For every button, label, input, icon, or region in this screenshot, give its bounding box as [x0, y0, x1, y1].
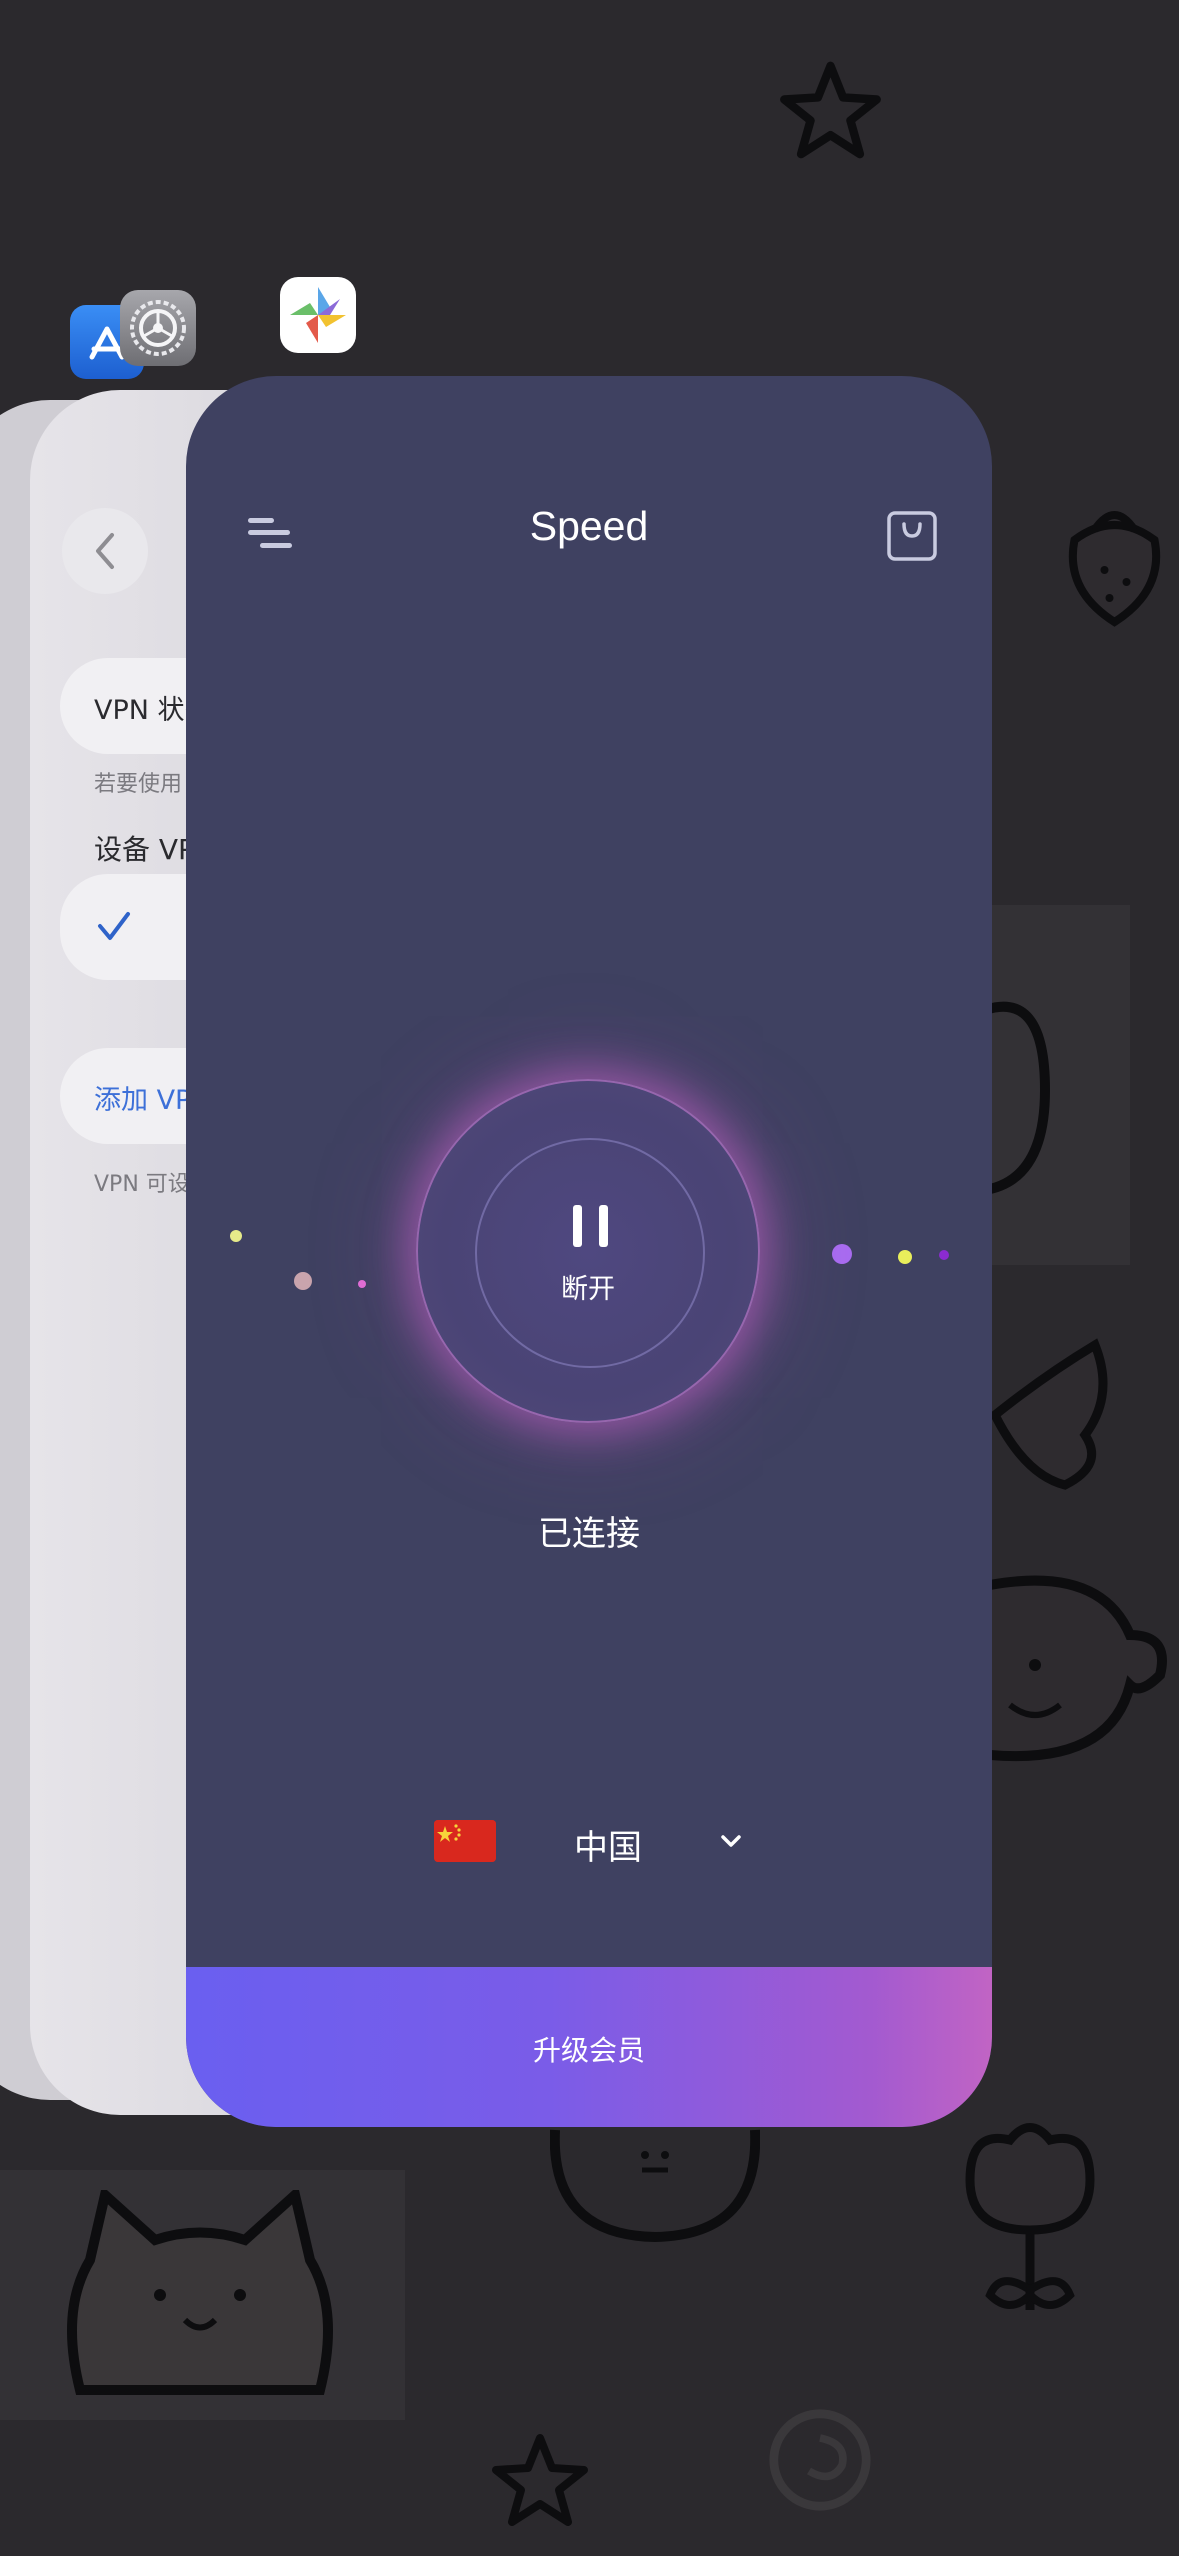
upgrade-label: 升级会员 — [532, 2034, 645, 2067]
flower-doodle — [950, 2120, 1110, 2320]
particle-dot — [358, 1280, 366, 1288]
disconnect-label: 断开 — [561, 1274, 615, 1305]
add-vpn-label[interactable]: 添加 VP — [94, 1078, 191, 1117]
china-flag-icon — [434, 1820, 496, 1862]
particle-dot — [294, 1272, 312, 1290]
blob-doodle-right — [985, 990, 1055, 1200]
shopping-bag-icon[interactable] — [886, 510, 938, 562]
settings-app-icon[interactable] — [120, 290, 196, 366]
smile-blob-doodle — [550, 2125, 760, 2245]
strawberry-doodle — [1052, 490, 1177, 630]
swirl-doodle — [765, 2405, 875, 2515]
particle-dot — [939, 1250, 949, 1260]
back-button[interactable] — [62, 508, 148, 594]
chevron-down-icon — [721, 1835, 741, 1847]
orb-inner-ring — [475, 1138, 705, 1368]
particle-dot — [898, 1250, 912, 1264]
checkmark-icon — [98, 912, 130, 940]
device-vpn-section-title: 设备 VP — [94, 833, 195, 866]
disconnect-button[interactable]: 断开 — [416, 1079, 760, 1423]
star-doodle-bottom — [485, 2430, 595, 2530]
star-doodle-top — [778, 55, 883, 165]
speed-vpn-app-icon[interactable] — [280, 277, 356, 353]
country-selector[interactable]: 中国 — [434, 1812, 754, 1874]
particle-dot — [230, 1230, 242, 1242]
speed-app-card[interactable]: Speed 断开 已连接 中国 升级会员 — [186, 376, 992, 2127]
connection-status: 已连接 — [538, 1514, 640, 1554]
particle-dot — [832, 1244, 852, 1264]
monkey-doodle — [990, 1575, 1170, 1775]
upgrade-membership-button[interactable]: 升级会员 — [186, 1967, 992, 2127]
vpn-hint-text: 若要使用 — [94, 772, 183, 797]
wing-doodle — [985, 1335, 1125, 1495]
vpn-footer-hint: VPN 可设 — [94, 1172, 190, 1197]
app-title: Speed — [529, 503, 649, 549]
cat-doodle — [60, 2190, 340, 2410]
pause-icon — [573, 1205, 609, 1247]
country-name: 中国 — [574, 1828, 642, 1868]
chevron-left-icon — [96, 533, 114, 569]
